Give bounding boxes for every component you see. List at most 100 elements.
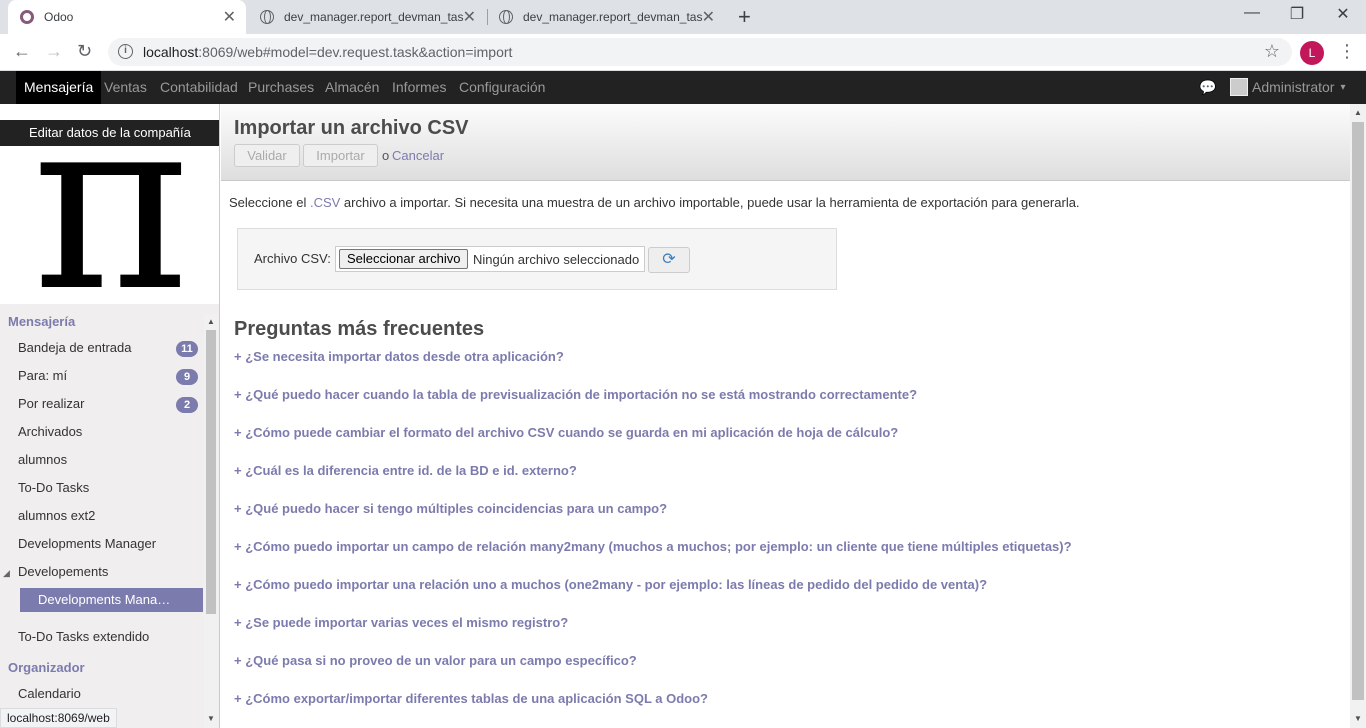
- globe-icon: [260, 10, 274, 24]
- menu-almacen[interactable]: Almacén: [317, 71, 387, 104]
- file-label: Archivo CSV:: [254, 251, 331, 266]
- faq-item[interactable]: + ¿Cuál es la diferencia entre id. de la…: [234, 463, 577, 478]
- control-panel: Importar un archivo CSV Validar Importar…: [221, 104, 1350, 181]
- file-upload-box: Archivo CSV: Seleccionar archivo Ningún …: [237, 228, 837, 290]
- user-name: Administrator: [1252, 79, 1335, 95]
- sidebar-item-alumnos[interactable]: alumnos: [18, 452, 67, 467]
- url-host: localhost: [143, 44, 199, 60]
- menu-mensajeria[interactable]: Mensajería: [16, 71, 102, 104]
- sidebar-item-archived[interactable]: Archivados: [18, 424, 82, 439]
- sidebar-item-to-me[interactable]: Para: mí: [18, 368, 67, 383]
- profile-avatar[interactable]: L: [1300, 41, 1324, 65]
- main-scrollbar[interactable]: ▲ ▼: [1350, 104, 1366, 728]
- expand-triangle-icon[interactable]: ◢: [3, 568, 10, 579]
- forward-icon[interactable]: →: [45, 41, 63, 62]
- url-text[interactable]: localhost:8069/web#model=dev.request.tas…: [143, 44, 512, 60]
- scroll-up-icon[interactable]: ▲: [207, 317, 215, 326]
- choose-file-button[interactable]: Seleccionar archivo: [339, 249, 469, 269]
- odoo-topbar: Mensajería Ventas Contabilidad Purchases…: [0, 71, 1366, 104]
- page-title: Importar un archivo CSV: [234, 117, 469, 139]
- user-menu[interactable]: Administrator ▾: [1230, 78, 1346, 96]
- address-bar[interactable]: i localhost:8069/web#model=dev.request.t…: [108, 38, 1292, 66]
- scroll-thumb[interactable]: [206, 330, 216, 614]
- maximize-button[interactable]: ❐: [1274, 4, 1320, 24]
- menu-purchases[interactable]: Purchases: [240, 71, 322, 104]
- tab-title: dev_manager.report_devman_tas: [523, 10, 703, 24]
- browser-toolbar: ← → ↻ i localhost:8069/web#model=dev.req…: [0, 34, 1366, 71]
- no-file-text: Ningún archivo seleccionado: [473, 252, 640, 267]
- menu-informes[interactable]: Informes: [384, 71, 454, 104]
- bookmark-star-icon[interactable]: ☆: [1264, 41, 1280, 62]
- intro-after: archivo a importar. Si necesita una mues…: [340, 195, 1080, 210]
- file-input[interactable]: Seleccionar archivo Ningún archivo selec…: [335, 246, 645, 272]
- close-icon[interactable]: ✕: [463, 7, 476, 27]
- odoo-icon: [20, 10, 34, 24]
- url-path: :8069/web#model=dev.request.task&action=…: [198, 44, 513, 60]
- avatar: [1230, 78, 1248, 96]
- intro-before: Seleccione el: [229, 195, 310, 210]
- tab-title: Odoo: [44, 10, 74, 24]
- sidebar-item-todo-tasks[interactable]: To-Do Tasks: [18, 480, 89, 495]
- new-tab-button[interactable]: +: [738, 4, 751, 30]
- sidebar-item-inbox[interactable]: Bandeja de entrada: [18, 340, 131, 355]
- csv-link[interactable]: .CSV: [310, 195, 340, 210]
- faq-item[interactable]: + ¿Qué puedo hacer cuando la tabla de pr…: [234, 387, 917, 402]
- sidebar-item-calendario[interactable]: Calendario: [18, 686, 81, 701]
- cancel-link[interactable]: Cancelar: [392, 148, 444, 163]
- sidebar-item-todo-tasks-extendido[interactable]: To-Do Tasks extendido: [18, 629, 149, 644]
- caret-down-icon: ▾: [1340, 81, 1346, 93]
- tab-title: dev_manager.report_devman_tas: [284, 10, 464, 24]
- globe-icon: [499, 10, 513, 24]
- import-button[interactable]: Importar: [303, 144, 378, 167]
- browser-tab-report-2[interactable]: dev_manager.report_devman_tas ✕: [487, 0, 725, 34]
- edit-company-link[interactable]: Editar datos de la compañía: [0, 120, 219, 146]
- sidebar-item-developements[interactable]: Developements: [18, 564, 108, 579]
- browser-tab-odoo[interactable]: Odoo ✕: [8, 0, 246, 34]
- main-content: Importar un archivo CSV Validar Importar…: [221, 104, 1350, 728]
- menu-ventas[interactable]: Ventas: [96, 71, 155, 104]
- scroll-thumb[interactable]: [1352, 122, 1364, 700]
- browser-menu-icon[interactable]: ⋮: [1338, 41, 1356, 62]
- unread-badge: 11: [176, 341, 198, 357]
- sidebar-item-todo[interactable]: Por realizar: [18, 396, 84, 411]
- scroll-up-icon[interactable]: ▲: [1354, 108, 1362, 117]
- sidebar-item-developments-mana-active[interactable]: Developments Mana…: [20, 588, 203, 612]
- faq-item[interactable]: + ¿Cómo exportar/importar diferentes tab…: [234, 691, 708, 706]
- close-icon[interactable]: ✕: [702, 7, 715, 27]
- faq-item[interactable]: + ¿Qué puedo hacer si tengo múltiples co…: [234, 501, 667, 516]
- sidebar-scrollbar[interactable]: ▲ ▼: [204, 314, 218, 728]
- info-icon[interactable]: i: [118, 44, 133, 59]
- intro-text: Seleccione el .CSV archivo a importar. S…: [229, 195, 1080, 210]
- unread-badge: 9: [176, 369, 198, 385]
- reload-icon[interactable]: ↻: [77, 41, 92, 62]
- validate-button[interactable]: Validar: [234, 144, 300, 167]
- sidebar-item-developments-manager[interactable]: Developments Manager: [18, 536, 156, 551]
- section-title-mensajeria: Mensajería: [8, 314, 76, 329]
- faq-item[interactable]: + ¿Cómo puede cambiar el formato del arc…: [234, 425, 898, 440]
- window-close-button[interactable]: ✕: [1320, 4, 1366, 24]
- faq-item[interactable]: + ¿Cómo puedo importar un campo de relac…: [234, 539, 1072, 554]
- left-sidebar: π Editar datos de la compañía Mensajería…: [0, 104, 220, 728]
- scroll-down-icon[interactable]: ▼: [1354, 714, 1362, 723]
- faq-item[interactable]: + ¿Qué pasa si no proveo de un valor par…: [234, 653, 637, 668]
- section-title-organizador: Organizador: [8, 660, 85, 675]
- chat-icon[interactable]: 💬: [1199, 79, 1216, 96]
- unread-badge: 2: [176, 397, 198, 413]
- back-icon[interactable]: ←: [13, 41, 31, 62]
- faq-item[interactable]: + ¿Se necesita importar datos desde otra…: [234, 349, 564, 364]
- refresh-icon: ⟳: [662, 251, 676, 268]
- faq-item[interactable]: + ¿Cómo puedo importar una relación uno …: [234, 577, 987, 592]
- status-bar-url: localhost:8069/web: [0, 708, 117, 728]
- sidebar-item-alumnos-ext2[interactable]: alumnos ext2: [18, 508, 95, 523]
- minimize-button[interactable]: —: [1229, 4, 1275, 22]
- close-icon[interactable]: ✕: [223, 7, 236, 27]
- or-text: o: [382, 148, 390, 163]
- menu-configuracion[interactable]: Configuración: [451, 71, 553, 104]
- reload-file-button[interactable]: ⟳: [648, 247, 690, 273]
- menu-contabilidad[interactable]: Contabilidad: [152, 71, 246, 104]
- browser-tabstrip: Odoo ✕ dev_manager.report_devman_tas ✕ d…: [0, 0, 1366, 34]
- faq-title: Preguntas más frecuentes: [234, 318, 485, 340]
- scroll-down-icon[interactable]: ▼: [207, 714, 215, 723]
- faq-item[interactable]: + ¿Se puede importar varias veces el mis…: [234, 615, 568, 630]
- browser-tab-report-1[interactable]: dev_manager.report_devman_tas ✕: [248, 0, 486, 34]
